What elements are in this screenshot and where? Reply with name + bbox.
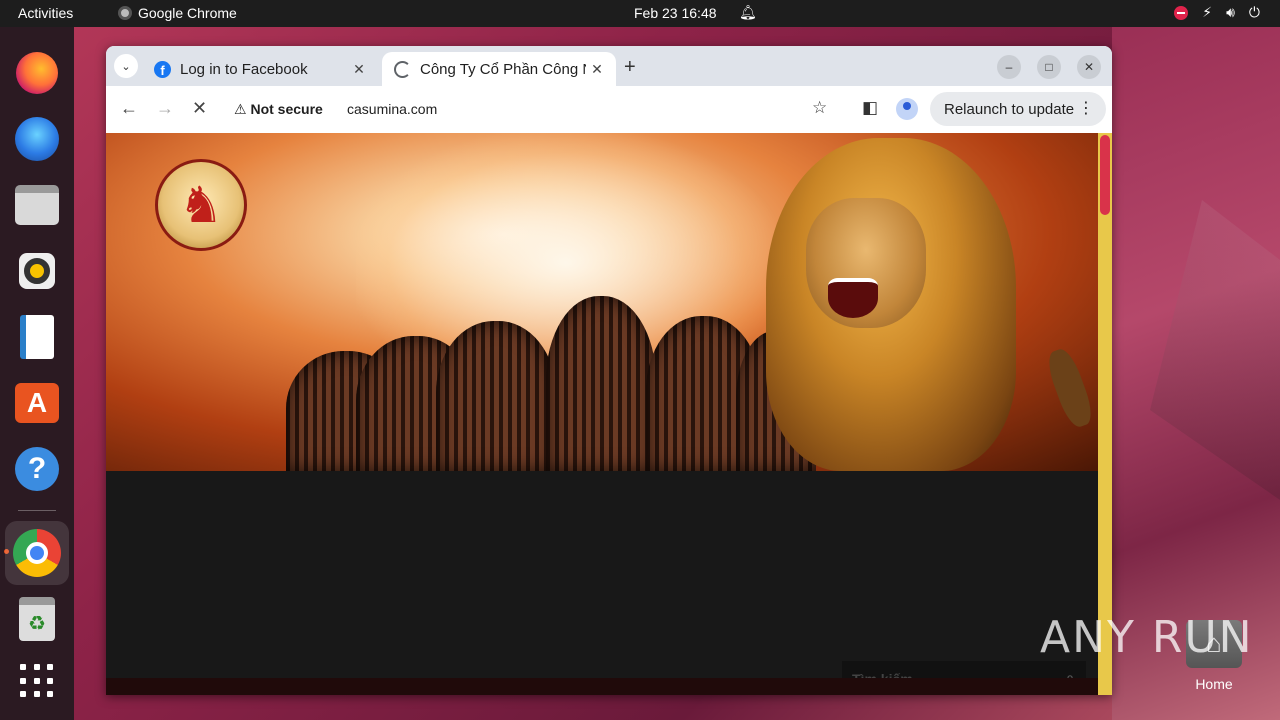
toolbar: ← → ✕ ⚠ Not secure casumina.com ☆ ◧ Rela… [106,86,1112,133]
back-button[interactable]: ← [120,98,138,119]
writer-icon [20,315,54,359]
security-indicator[interactable]: ⚠ Not secure [234,101,323,118]
lion-image [766,138,1097,471]
new-tab-button[interactable]: + [624,56,636,79]
network-icon: ⚡︎ [1202,4,1213,20]
tab-search-button[interactable]: ⌄ [114,54,138,78]
tab-title: Log in to Facebook [180,60,308,78]
forward-button[interactable]: → [156,98,174,119]
menu-dots-icon[interactable]: ⋮ [1078,98,1094,118]
clock[interactable]: Feb 23 16:48 [634,5,717,21]
dock-writer[interactable] [13,313,61,361]
app-name-label: Google Chrome [138,5,237,21]
tire [546,296,656,471]
chrome-window: ⌄ f Log in to Facebook ✕ Công Ty Cổ Phần… [106,46,1112,695]
dock-files[interactable] [13,181,61,229]
firefox-icon [16,52,58,94]
dock-chrome[interactable] [5,521,69,585]
security-label: Not secure [250,101,323,117]
relaunch-label: Relaunch to update [944,100,1075,118]
show-apps-button[interactable] [13,657,61,705]
app-store-icon: A [15,383,59,423]
activities-button[interactable]: Activities [18,5,73,21]
dock-help[interactable]: ? [13,445,61,493]
tab-facebook[interactable]: f Log in to Facebook ✕ [142,52,378,86]
close-icon[interactable]: ✕ [586,61,608,78]
tire [436,321,556,471]
home-label: Home [1195,676,1233,692]
close-icon[interactable]: ✕ [348,61,370,78]
bell-icon: 🔔︎ [739,4,757,20]
chrome-mini-icon [118,6,132,20]
chrome-icon [13,529,61,577]
dock-software[interactable]: A [13,379,61,427]
relaunch-button[interactable]: Relaunch to update ⋮ [930,92,1106,126]
apps-grid-icon [20,664,54,698]
do-not-disturb-icon [1174,5,1189,20]
watermark: ANY RUN [1040,612,1254,663]
dock: A ? ♻ [0,27,74,720]
thunderbird-icon [15,117,59,161]
top-bar: Activities Google Chrome Feb 23 16:48 🔔︎… [0,0,1280,27]
page-viewport: ♞ Tìm kiếm ⌕ [106,133,1112,695]
dock-separator [18,510,56,511]
stop-button[interactable]: ✕ [192,98,207,119]
chevron-down-icon: ⌄ [121,60,131,73]
facebook-icon: f [154,60,171,78]
dock-firefox[interactable] [13,49,61,97]
url-text: casumina.com [347,101,438,117]
tab-strip: ⌄ f Log in to Facebook ✕ Công Ty Cổ Phần… [106,46,1112,86]
dock-thunderbird[interactable] [13,115,61,163]
rhythmbox-icon [19,253,55,289]
profile-avatar[interactable] [896,98,918,120]
address-bar[interactable]: ⚠ Not secure casumina.com [226,93,846,127]
bookmark-star-icon[interactable]: ☆ [812,98,827,118]
power-icon: ⏻ [1248,4,1260,20]
app-menu[interactable]: Google Chrome [118,5,237,21]
close-window-button[interactable]: ✕ [1077,55,1101,79]
casumina-logo[interactable]: ♞ [155,159,247,251]
side-panel-icon[interactable]: ◧ [862,98,878,118]
footer-strip [106,678,1098,695]
files-icon [15,185,59,225]
tab-casumina[interactable]: Công Ty Cổ Phần Công N ✕ [382,52,616,86]
dock-rhythmbox[interactable] [13,247,61,295]
scrollbar[interactable] [1098,133,1112,695]
scrollbar-thumb[interactable] [1100,135,1110,215]
trash-icon: ♻ [19,597,55,641]
maximize-button[interactable]: □ [1037,55,1061,79]
system-tray[interactable]: ⚡︎ 🔊︎ ⏻ [1174,4,1260,21]
help-icon: ? [15,447,59,491]
tab-title: Công Ty Cổ Phần Công N [420,60,586,78]
lion-logo-icon: ♞ [178,177,224,233]
dock-trash[interactable]: ♻ [13,595,61,643]
minimize-button[interactable]: – [997,55,1021,79]
hero-banner: ♞ [106,133,1098,471]
warning-icon: ⚠ [234,101,247,117]
volume-icon: 🔊︎ [1226,4,1235,20]
tires-image [286,293,816,471]
loading-icon [394,60,411,78]
